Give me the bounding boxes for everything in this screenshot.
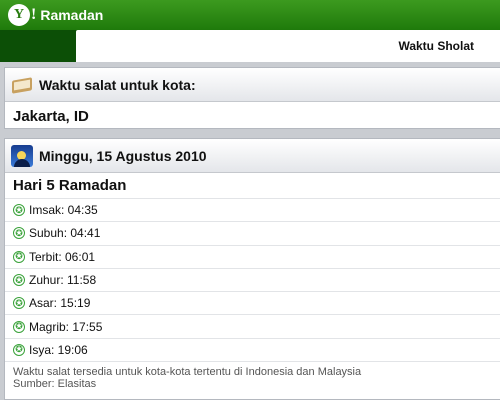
prayer-time-label: Asar: 15:19 <box>29 296 91 311</box>
prayer-time-label: Magrib: 17:55 <box>29 319 103 334</box>
ramadan-day-label: Hari 5 Ramadan <box>5 173 500 199</box>
yahoo-logo-icon[interactable]: Y <box>8 4 30 26</box>
star-circle-icon: ✪ <box>13 250 25 263</box>
app-title: Ramadan <box>40 7 104 23</box>
prayer-time-label: Imsak: 04:35 <box>29 203 98 218</box>
list-item: ✪ Magrib: 17:55 <box>5 315 500 339</box>
list-item: ✪ Zuhur: 11:58 <box>5 269 500 293</box>
schedule-date: Minggu, 15 Agustus 2010 <box>39 147 207 164</box>
star-circle-icon: ✪ <box>13 204 25 217</box>
footer-note: Waktu salat tersedia untuk kota-kota ter… <box>5 362 500 394</box>
app-header: Y ! Ramadan <box>0 0 500 30</box>
tab-label: Waktu Sholat <box>398 39 474 53</box>
list-item: ✪ Terbit: 06:01 <box>5 246 500 269</box>
star-circle-icon: ✪ <box>13 297 25 310</box>
tab-waktu-sholat[interactable]: Waktu Sholat <box>76 30 500 62</box>
city-panel-heading: Waktu salat untuk kota: <box>39 76 196 93</box>
book-icon <box>11 75 33 95</box>
star-circle-icon: ✪ <box>13 227 25 240</box>
source-credit: Sumber: Elasitas <box>13 378 97 391</box>
mosque-night-icon <box>11 144 33 167</box>
star-circle-icon: ✪ <box>13 320 25 333</box>
tab-bar: Waktu Sholat <box>0 30 500 62</box>
city-panel-header: Waktu salat untuk kota: <box>5 68 500 102</box>
star-circle-icon: ✪ <box>13 274 25 287</box>
list-item: ✪ Subuh: 04:41 <box>5 222 500 246</box>
list-item: ✪ Isya: 19:06 <box>5 339 500 363</box>
prayer-time-label: Zuhur: 11:58 <box>29 273 97 288</box>
city-panel: Waktu salat untuk kota: Jakarta, ID <box>4 67 500 129</box>
prayer-time-label: Subuh: 04:41 <box>29 226 101 241</box>
prayer-time-label: Terbit: 06:01 <box>29 249 96 264</box>
star-circle-icon: ✪ <box>13 343 25 356</box>
city-name: Jakarta, ID <box>13 107 89 125</box>
list-item: ✪ Imsak: 04:35 <box>5 199 500 223</box>
availability-note: Waktu salat tersedia untuk kota-kota ter… <box>13 366 362 379</box>
logo-exclamation: ! <box>31 6 37 23</box>
list-item: ✪ Asar: 15:19 <box>5 292 500 316</box>
prayer-time-label: Isya: 19:06 <box>29 342 88 357</box>
schedule-panel-header: Minggu, 15 Agustus 2010 <box>5 139 500 173</box>
schedule-panel: Minggu, 15 Agustus 2010 Hari 5 Ramadan ✪… <box>4 138 500 400</box>
